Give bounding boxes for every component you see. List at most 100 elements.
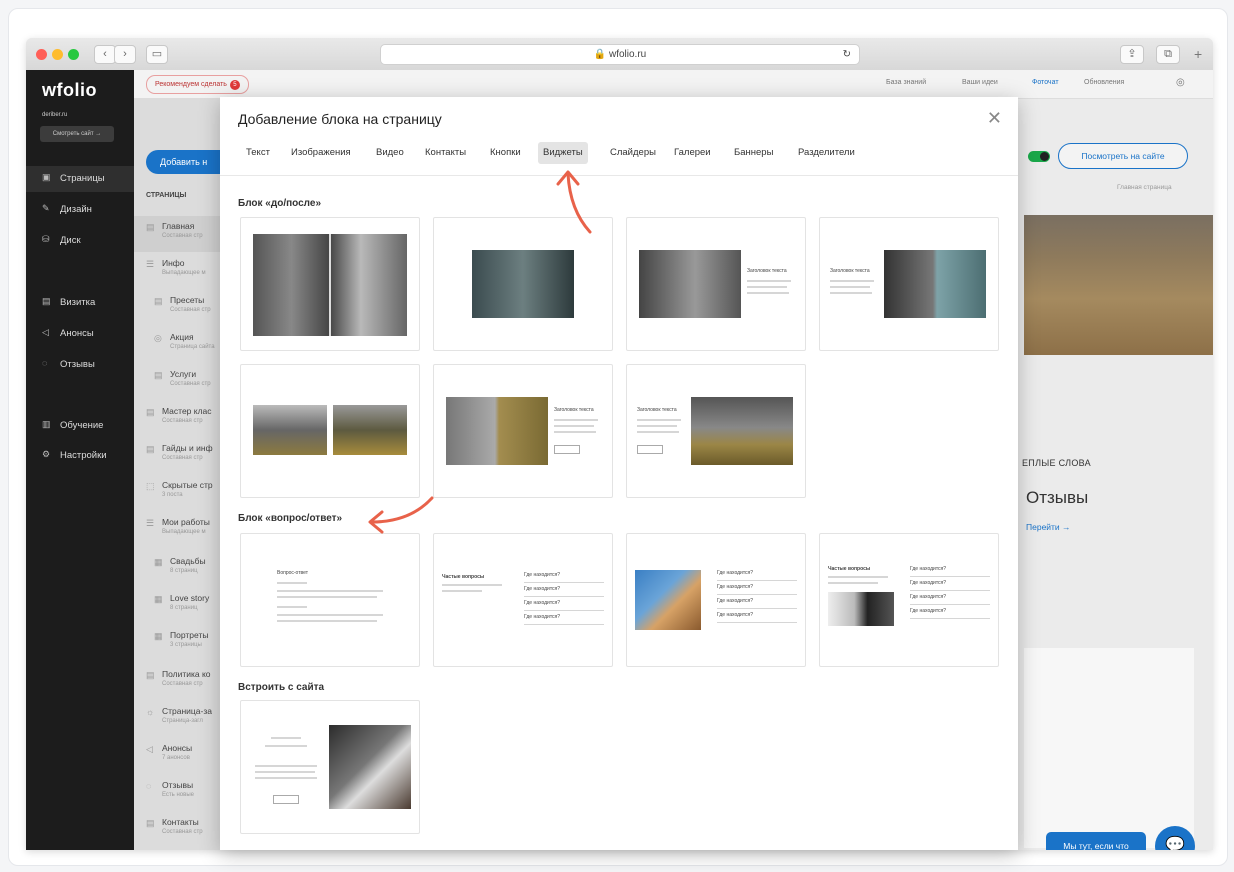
tab-dividers[interactable]: Разделители — [798, 142, 855, 164]
page-title: Инфо — [162, 258, 185, 268]
page-subtitle: 3 страницы — [170, 642, 202, 648]
close-icon[interactable]: ✕ — [987, 108, 1002, 129]
thumb-heading: Заголовок текста — [747, 268, 787, 274]
address-bar[interactable]: 🔒 wfolio.ru ↻ — [380, 44, 860, 65]
account-icon[interactable]: ◎ — [1176, 77, 1185, 88]
page-icon: ☼ — [146, 707, 155, 717]
page-icon: ⬚ — [146, 481, 155, 491]
nav-item-card[interactable]: ▤ Визитка — [26, 290, 134, 316]
page-list-item[interactable]: ☼ Страница-за Страница-загл — [134, 701, 234, 737]
knowledge-base-link[interactable]: База знаний — [886, 79, 926, 86]
page-subtitle: Составная стр — [162, 455, 203, 461]
tab-contacts[interactable]: Контакты — [425, 142, 466, 164]
close-dot[interactable] — [36, 49, 47, 60]
forward-button[interactable]: › — [114, 45, 136, 64]
tab-images[interactable]: Изображения — [291, 142, 351, 164]
faq-divider — [717, 594, 797, 595]
page-subtitle: 3 поста — [162, 492, 183, 498]
page-icon: ◁ — [146, 744, 153, 754]
nav-item-reviews[interactable]: ◌ Отзывы — [26, 352, 134, 378]
thumb-line — [255, 777, 317, 779]
page-subtitle: Страница-загл — [162, 718, 203, 724]
page-icon: ▤ — [146, 444, 155, 454]
page-subtitle: Составная стр — [162, 829, 203, 835]
page-list-item[interactable]: ▦ Love story 8 страниц — [134, 588, 234, 624]
page-list-item[interactable]: ▦ Свадьбы 8 страниц — [134, 551, 234, 587]
tab-galleries[interactable]: Галереи — [674, 142, 711, 164]
page-list-item[interactable]: ▤ Пресеты Составная стр — [134, 290, 234, 326]
photochat-link[interactable]: Фоточат — [1032, 79, 1059, 86]
recommend-button[interactable]: Рекомендуем сделать 5 — [146, 75, 249, 94]
page-list-item[interactable]: ◎ Акция Страница сайта — [134, 327, 234, 363]
widget-thumbnail[interactable]: Заголовок текста — [626, 364, 806, 498]
widget-thumbnail[interactable]: Частые вопросы Где находится? Где находи… — [433, 533, 613, 667]
thumb-heading: Частые вопросы — [442, 574, 485, 580]
widget-thumbnail[interactable] — [240, 364, 420, 498]
share-button[interactable]: ⇪ — [1120, 45, 1144, 64]
page-list-item[interactable]: ☰ Мои работы Выпадающее м — [134, 512, 234, 548]
tab-text[interactable]: Текст — [246, 142, 270, 164]
tab-banners[interactable]: Баннеры — [734, 142, 773, 164]
back-button[interactable]: ‹ — [94, 45, 116, 64]
page-list-item[interactable]: ▤ Главная Составная стр — [134, 216, 234, 252]
page-subtitle: Составная стр — [162, 418, 203, 424]
view-on-site-button[interactable]: Посмотреть на сайте — [1058, 143, 1188, 169]
nav-item-settings[interactable]: ⚙ Настройки — [26, 443, 134, 469]
page-title: Свадьбы — [170, 556, 206, 566]
widget-thumbnail[interactable] — [240, 700, 420, 834]
page-icon: ☰ — [146, 518, 155, 528]
new-tab-button[interactable]: + — [1194, 46, 1202, 62]
pages-heading: СТРАНИЦЫ — [146, 192, 187, 199]
reviews-title: Отзывы — [1026, 488, 1089, 507]
widget-thumbnail[interactable]: Где находится? Где находится? Где находи… — [626, 533, 806, 667]
ideas-link[interactable]: Ваши идеи — [962, 79, 998, 86]
publish-toggle[interactable] — [1028, 151, 1050, 162]
top-bar: Рекомендуем сделать 5 База знаний Ваши ид… — [134, 70, 1213, 99]
page-list-item[interactable]: ☰ Инфо Выпадающее м — [134, 253, 234, 289]
before-after-image — [639, 250, 741, 318]
page-list-item[interactable]: ▤ВизиткаСоставная стр — [134, 849, 234, 850]
page-list-item[interactable]: ▤ Гайды и инф Составная стр — [134, 438, 234, 474]
view-site-button[interactable]: Смотреть сайт → — [40, 126, 114, 142]
page-list-item[interactable]: ▤ Политика ко Составная стр — [134, 664, 234, 700]
faq-image — [635, 570, 701, 630]
widget-thumbnail[interactable]: Частые вопросы Где находится? Где находи… — [819, 533, 999, 667]
nav-label: Настройки — [60, 450, 107, 461]
page-list-item[interactable]: ▤ Услуги Составная стр — [134, 364, 234, 400]
widget-thumbnail[interactable] — [240, 217, 420, 351]
page-title: Пресеты — [170, 295, 205, 305]
tabs-button[interactable]: ⧉ — [1156, 45, 1180, 64]
nav-item-pages[interactable]: ▣ Страницы — [26, 166, 134, 192]
page-list-item[interactable]: ▤ Контакты Составная стр — [134, 812, 234, 848]
faq-divider — [910, 618, 990, 619]
sidebar-toggle-button[interactable]: ▭ — [146, 45, 168, 64]
tab-buttons[interactable]: Кнопки — [490, 142, 521, 164]
goto-link[interactable]: Перейти → — [1026, 522, 1071, 532]
nav-item-design[interactable]: ✎ Дизайн — [26, 197, 134, 223]
widget-thumbnail[interactable]: Заголовок текста — [819, 217, 999, 351]
page-list-item[interactable]: ▦ Портреты 3 страницы — [134, 625, 234, 661]
nav-item-announces[interactable]: ◁ Анонсы — [26, 321, 134, 347]
maximize-dot[interactable] — [68, 49, 79, 60]
page-list-item[interactable]: ◌ Отзывы Есть новые — [134, 775, 234, 811]
widget-thumbnail[interactable]: Заголовок текста — [433, 364, 613, 498]
announce-icon: ◁ — [42, 327, 49, 337]
faq-divider — [910, 576, 990, 577]
reload-icon[interactable]: ↻ — [843, 45, 851, 64]
widget-thumbnail[interactable]: Вопрос-ответ — [240, 533, 420, 667]
chat-button[interactable]: Мы тут, если что — [1046, 832, 1146, 850]
updates-link[interactable]: Обновления — [1084, 79, 1124, 86]
minimize-dot[interactable] — [52, 49, 63, 60]
page-list-item[interactable]: ◁ Анонсы 7 анонсов — [134, 738, 234, 774]
nav-item-learning[interactable]: ▥ Обучение — [26, 413, 134, 439]
page-list-item[interactable]: ⬚ Скрытые стр 3 поста — [134, 475, 234, 511]
widget-thumbnail[interactable]: Заголовок текста — [626, 217, 806, 351]
thumb-line — [747, 280, 791, 282]
nav-item-disk[interactable]: ⛁ Диск — [26, 228, 134, 254]
hero-image — [1024, 215, 1213, 355]
tab-video[interactable]: Видео — [376, 142, 404, 164]
faq-question: Где находится? — [524, 572, 561, 578]
logo[interactable]: wfolio — [42, 80, 97, 101]
faq-question: Где находится? — [524, 586, 561, 592]
page-list-item[interactable]: ▤ Мастер клас Составная стр — [134, 401, 234, 437]
